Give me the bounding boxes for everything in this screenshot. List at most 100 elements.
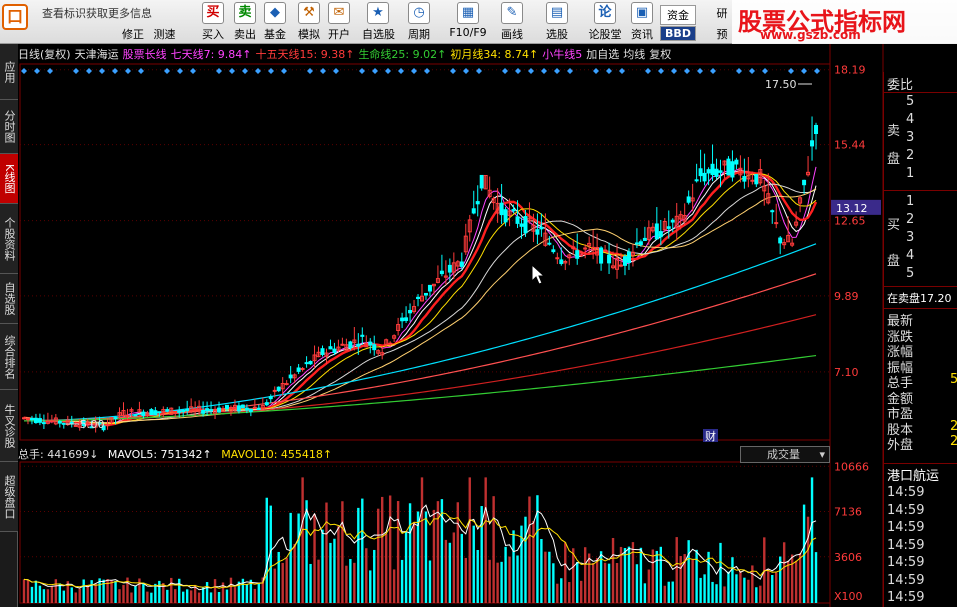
- panel-divider: [884, 286, 957, 287]
- volume-bar: [607, 563, 611, 603]
- volume-bar: [452, 532, 456, 603]
- volume-bar: [464, 557, 467, 603]
- volume-bar: [476, 549, 479, 603]
- volume-bar: [564, 542, 567, 603]
- volume-bar: [739, 571, 742, 603]
- volume-indicator-select[interactable]: 成交量 ▾: [740, 446, 830, 463]
- volume-ma5: MAVOL5: 751342↑: [107, 448, 212, 461]
- candle: [615, 243, 620, 279]
- high-marker: 17.50: [765, 78, 797, 91]
- volume-bar: [508, 556, 511, 603]
- candle: [555, 252, 560, 265]
- candle: [423, 292, 428, 300]
- tick-time: 14:59: [887, 590, 925, 605]
- volume-bar: [404, 531, 408, 603]
- panel-divider: [884, 308, 957, 309]
- candle: [276, 386, 281, 393]
- ma34-line: [23, 188, 817, 424]
- candle: [221, 405, 225, 412]
- candle: [300, 367, 305, 372]
- candle: [169, 407, 174, 415]
- candle: [392, 334, 397, 342]
- volume-bar: [703, 574, 706, 603]
- candle: [412, 300, 417, 314]
- volume-bar: [265, 497, 268, 603]
- quote-value: 2: [950, 434, 957, 449]
- volume-bar: [782, 542, 786, 603]
- candle: [105, 418, 110, 430]
- candle: [137, 401, 142, 413]
- mouse-cursor-icon: [531, 264, 546, 285]
- candle: [404, 306, 409, 323]
- candle: [591, 230, 596, 260]
- volume-bar: [504, 546, 507, 603]
- candle: [396, 317, 401, 336]
- volume-bar: [707, 551, 710, 603]
- panel-divider: [884, 190, 957, 191]
- volume-bar: [122, 584, 125, 603]
- volume-bar: [333, 538, 336, 603]
- volume-bar: [699, 577, 702, 603]
- order-ratio-label: 委比: [887, 78, 914, 93]
- volume-bar: [297, 513, 300, 603]
- candle: [730, 150, 735, 182]
- candle: [650, 222, 655, 233]
- finance-flag-icon[interactable]: 财: [705, 429, 716, 443]
- candle: [420, 283, 424, 302]
- candle: [571, 239, 576, 255]
- volume-bar: [794, 560, 798, 603]
- candle: [487, 176, 492, 199]
- quote-label: 外盘: [887, 438, 914, 453]
- volume-bar: [448, 542, 452, 603]
- candle: [646, 220, 651, 245]
- sell-level: 4: [906, 112, 915, 127]
- candle: [431, 283, 436, 295]
- sell-level: 5: [906, 94, 915, 109]
- volume-bar: [759, 585, 762, 603]
- candle: [630, 244, 635, 267]
- candle: [770, 209, 775, 224]
- volume-bar: [496, 562, 499, 603]
- volume-bar: [687, 540, 690, 603]
- volume-bar: [723, 586, 726, 603]
- volume-bar: [138, 578, 141, 603]
- tick-time: 14:59: [887, 572, 925, 588]
- kline-chart[interactable]: 18.19 15.44 12.65 9.89 7.10 13.12 10666 7136 360…: [0, 0, 957, 607]
- volume-bar: [424, 511, 428, 603]
- volume-bar: [365, 548, 368, 603]
- volume-bar: [635, 564, 639, 603]
- volume-bar: [170, 577, 173, 603]
- candle: [607, 242, 612, 274]
- candle: [372, 335, 377, 356]
- candle: [213, 406, 218, 420]
- candle: [296, 364, 301, 374]
- candle: [802, 179, 807, 194]
- candle: [710, 144, 715, 182]
- volume-bar: [377, 508, 380, 603]
- volume-bar: [313, 513, 316, 603]
- sell-level: 1: [906, 166, 915, 181]
- buy-level: 5: [906, 266, 915, 281]
- volume-bar: [189, 590, 193, 603]
- volume-tick: 7136: [834, 506, 862, 519]
- volume-bar: [568, 582, 571, 603]
- volume-bar: [341, 501, 344, 603]
- volume-bar: [293, 544, 296, 603]
- panel-divider: [884, 463, 957, 464]
- buy-side-label: 盘: [887, 254, 901, 269]
- candle: [798, 195, 803, 213]
- volume-bar: [651, 549, 655, 603]
- volume-bar: [715, 584, 718, 603]
- volume-bar: [528, 496, 531, 603]
- volume-bar: [309, 563, 312, 603]
- volume-bar: [289, 512, 292, 603]
- volume-bar: [110, 580, 113, 603]
- candle: [642, 226, 647, 242]
- volume-bar: [814, 552, 818, 603]
- volume-bar: [595, 558, 599, 603]
- buy-level: 3: [906, 230, 915, 245]
- volume-bar: [755, 587, 758, 603]
- tick-time: 14:59: [887, 502, 925, 518]
- volume-bar: [775, 572, 778, 603]
- candle: [463, 223, 468, 255]
